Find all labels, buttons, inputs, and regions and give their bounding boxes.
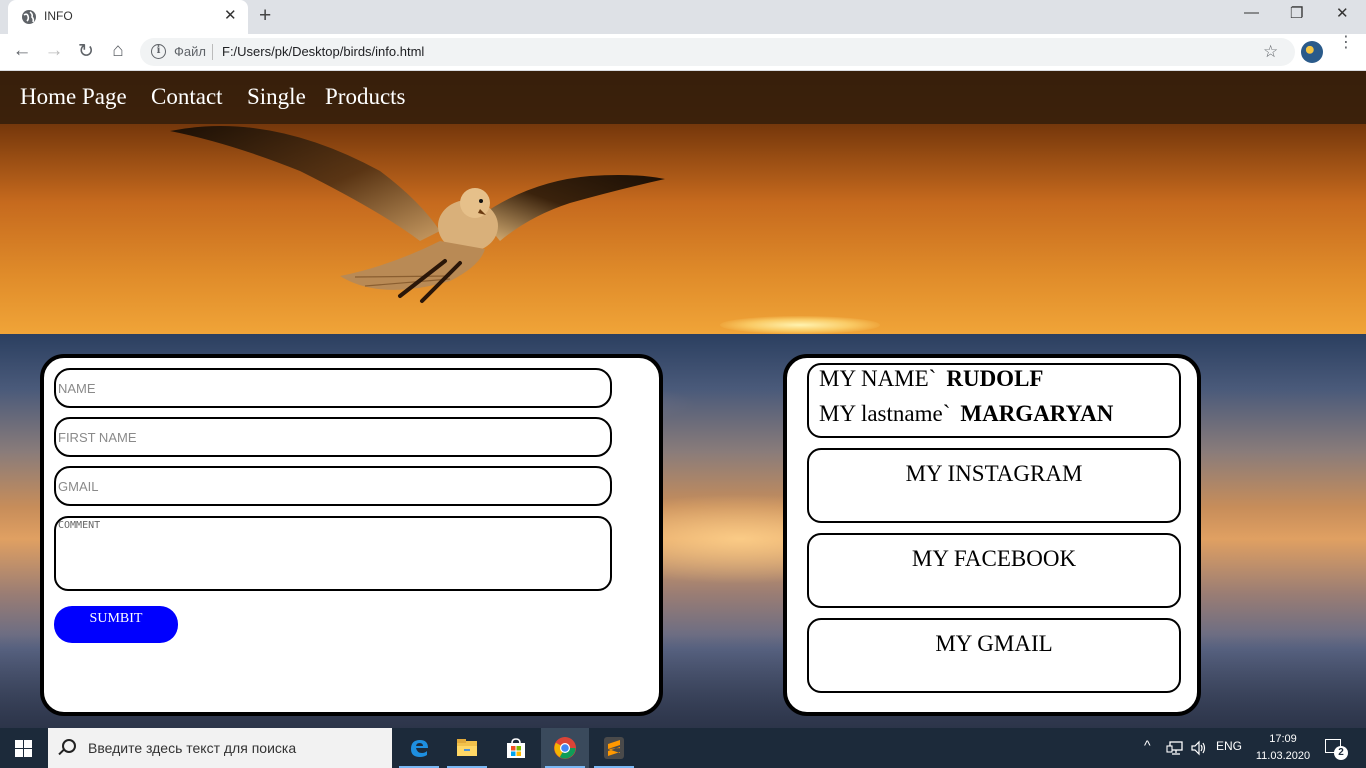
taskbar-search[interactable]: Введите здесь текст для поиска (48, 728, 392, 768)
profile-info-card: MY NAME` RUDOLF MY lastname` MARGARYAN MY … (783, 354, 1201, 716)
chrome-icon (554, 737, 576, 759)
show-hidden-icons-chevron-icon[interactable]: ^ (1144, 737, 1151, 753)
gmail-input[interactable] (54, 466, 612, 506)
minimize-button[interactable]: — (1244, 4, 1259, 21)
contact-form: SUMBIT (40, 354, 663, 716)
lastname-value: MARGARYAN (960, 401, 1114, 426)
instagram-label: MY INSTAGRAM (905, 461, 1083, 486)
nav-link-home[interactable]: Home Page (20, 84, 127, 110)
file-explorer-icon (457, 739, 477, 756)
sublime-taskbar-button[interactable] (590, 728, 638, 768)
search-placeholder: Введите здесь текст для поиска (88, 740, 297, 756)
browser-tab[interactable]: INFO ✕ (8, 0, 248, 34)
store-taskbar-button[interactable] (492, 728, 540, 768)
first-name-line: MY NAME` RUDOLF (819, 366, 1043, 392)
seagull-image (170, 126, 665, 303)
forward-button[interactable]: → (43, 40, 65, 62)
name-value: RUDOLF (946, 366, 1044, 391)
input-language[interactable]: ENG (1216, 739, 1242, 753)
browser-menu-icon[interactable]: ⋮ (1338, 35, 1354, 51)
omnibox-divider (212, 44, 213, 60)
store-icon (507, 738, 525, 758)
close-window-button[interactable]: ✕ (1336, 4, 1349, 22)
restore-button[interactable]: ❐ (1290, 4, 1303, 22)
windows-taskbar: Введите здесь текст для поиска ^ ENG 17:… (0, 728, 1366, 768)
submit-button[interactable]: SUMBIT (54, 606, 178, 643)
facebook-box[interactable]: MY FACEBOOK (807, 533, 1181, 608)
network-icon[interactable] (1166, 740, 1184, 756)
nav-link-products[interactable]: Products (325, 84, 406, 110)
edge-taskbar-button[interactable] (395, 728, 443, 768)
search-icon (62, 739, 76, 753)
facebook-label: MY FACEBOOK (911, 546, 1077, 571)
nav-link-single[interactable]: Single (247, 84, 306, 110)
bookmark-star-icon[interactable]: ☆ (1263, 42, 1278, 62)
edge-icon (411, 740, 428, 757)
sun-glow (720, 316, 880, 334)
name-box: MY NAME` RUDOLF MY lastname` MARGARYAN (807, 363, 1181, 438)
first-name-input[interactable] (54, 417, 612, 457)
gmail-box[interactable]: MY GMAIL (807, 618, 1181, 693)
lastname-label: MY lastname` (819, 401, 951, 426)
windows-start-icon[interactable] (15, 740, 32, 757)
comment-textarea[interactable] (54, 516, 612, 591)
gmail-label: MY GMAIL (935, 631, 1053, 656)
volume-icon[interactable] (1190, 740, 1208, 756)
back-button[interactable]: ← (11, 40, 33, 62)
tab-title: INFO (44, 9, 73, 23)
web-page: Home Page Contact Single Products SUMBIT… (0, 71, 1366, 728)
system-clock[interactable]: 17:09 11.03.2020 (1253, 731, 1313, 765)
site-info-icon[interactable]: i (151, 44, 166, 59)
name-label: MY NAME` (819, 366, 937, 391)
instagram-box[interactable]: MY INSTAGRAM (807, 448, 1181, 523)
chrome-taskbar-button[interactable] (541, 728, 589, 768)
sublime-text-icon (604, 737, 624, 759)
hero-banner: Home Page Contact Single Products (0, 71, 1366, 334)
address-bar[interactable]: i Файл F:/Users/pk/Desktop/birds/info.ht… (140, 38, 1295, 66)
tab-strip: INFO ✕ + — ❐ ✕ (0, 0, 1366, 34)
last-name-line: MY lastname` MARGARYAN (819, 401, 1113, 427)
profile-avatar[interactable] (1301, 41, 1323, 63)
site-navbar: Home Page Contact Single Products (0, 71, 1366, 124)
globe-icon (22, 10, 36, 24)
notification-count-badge: 2 (1334, 746, 1348, 760)
nav-link-contact[interactable]: Contact (151, 84, 223, 110)
clock-time: 17:09 (1269, 733, 1297, 745)
url-text[interactable]: F:/Users/pk/Desktop/birds/info.html (222, 44, 424, 59)
explorer-taskbar-button[interactable] (443, 728, 491, 768)
tab-close-icon[interactable]: ✕ (224, 8, 237, 24)
browser-toolbar: ← → ↻ ⌂ i Файл F:/Users/pk/Desktop/birds… (0, 34, 1366, 71)
reload-button[interactable]: ↻ (75, 40, 97, 62)
name-input[interactable] (54, 368, 612, 408)
clock-date: 11.03.2020 (1255, 750, 1311, 762)
home-button[interactable]: ⌂ (107, 40, 129, 62)
new-tab-button[interactable]: + (259, 5, 271, 26)
file-scheme-label: Файл (174, 44, 206, 59)
